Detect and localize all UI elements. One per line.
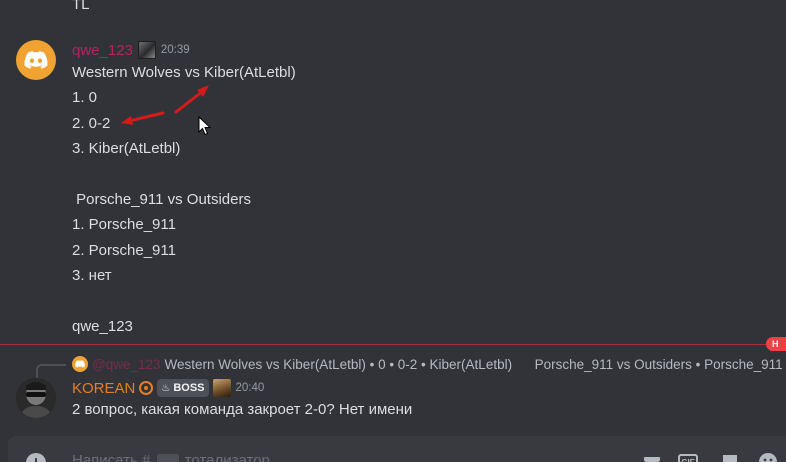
message-line: 3. Kiber(AtLetbl)	[72, 140, 181, 158]
username-korean[interactable]: KOREAN	[72, 380, 135, 397]
message-line: qwe_123	[72, 317, 133, 335]
channel-emoji-icon	[156, 454, 179, 462]
nitro-badge-icon	[139, 381, 154, 395]
emoji-icon[interactable]	[758, 452, 778, 462]
role-icon	[137, 41, 156, 59]
previous-message-tail: TL	[72, 0, 90, 13]
mouse-cursor-icon	[198, 116, 212, 136]
role-icon	[212, 379, 231, 397]
message-line: 2. 0-2	[72, 114, 111, 132]
message-line	[72, 162, 722, 187]
add-attachment-button[interactable]: +	[26, 453, 46, 462]
role-tag-label: BOSS	[173, 382, 205, 394]
gift-icon[interactable]	[642, 452, 662, 462]
avatar-image	[16, 378, 56, 418]
timestamp: 20:39	[160, 44, 190, 56]
message-composer[interactable]: + Написать # тотализатор GIF	[8, 436, 786, 462]
composer-input[interactable]: Написать # тотализатор	[72, 452, 270, 462]
message-body: Western Wolves vs Kiber(AtLetbl) 1. 0 2.…	[72, 60, 722, 339]
avatar-discord-logo[interactable]	[16, 40, 56, 80]
role-tag-boss[interactable]: ♨ BOSS	[157, 379, 209, 397]
message-line: 1. Porsche_911	[72, 216, 176, 234]
composer-placeholder-prefix: Написать #	[72, 452, 151, 462]
flame-icon: ♨	[161, 382, 171, 394]
message-header: KOREAN ♨ BOSS 20:40	[72, 378, 264, 398]
reply-preview-text[interactable]: Western Wolves vs Kiber(AtLetbl) • 0 • 0…	[165, 357, 786, 372]
avatar-korean[interactable]	[16, 378, 56, 418]
reply-avatar	[72, 356, 88, 372]
message-line: 3. нет	[72, 267, 112, 285]
new-messages-divider	[0, 344, 786, 345]
message-line	[72, 289, 722, 314]
discord-logo-icon	[75, 360, 85, 368]
message-header: qwe_123 20:39	[72, 40, 190, 60]
reply-reference[interactable]: @qwe_123 Western Wolves vs Kiber(AtLetbl…	[72, 354, 786, 374]
username-qwe123[interactable]: qwe_123	[72, 42, 133, 59]
sticker-icon[interactable]	[720, 452, 740, 462]
reply-username[interactable]: @qwe_123	[92, 357, 161, 372]
new-messages-pill: H	[766, 337, 786, 351]
message-line: Porsche_911 vs Outsiders	[72, 190, 251, 208]
reply-spine	[36, 364, 66, 378]
discord-logo-icon	[24, 51, 48, 69]
gif-button[interactable]: GIF	[678, 452, 698, 462]
chat-window: TL qwe_123 20:39 Western Wolves vs Kiber…	[0, 0, 786, 462]
composer-placeholder-suffix: тотализатор	[184, 452, 270, 462]
timestamp: 20:40	[235, 382, 265, 394]
message-text: 2 вопрос, какая команда закроет 2-0? Нет…	[72, 401, 413, 418]
message-line: 1. 0	[72, 89, 98, 107]
message-line: Western Wolves vs Kiber(AtLetbl)	[72, 64, 296, 81]
message-line: 2. Porsche_911	[72, 241, 176, 259]
